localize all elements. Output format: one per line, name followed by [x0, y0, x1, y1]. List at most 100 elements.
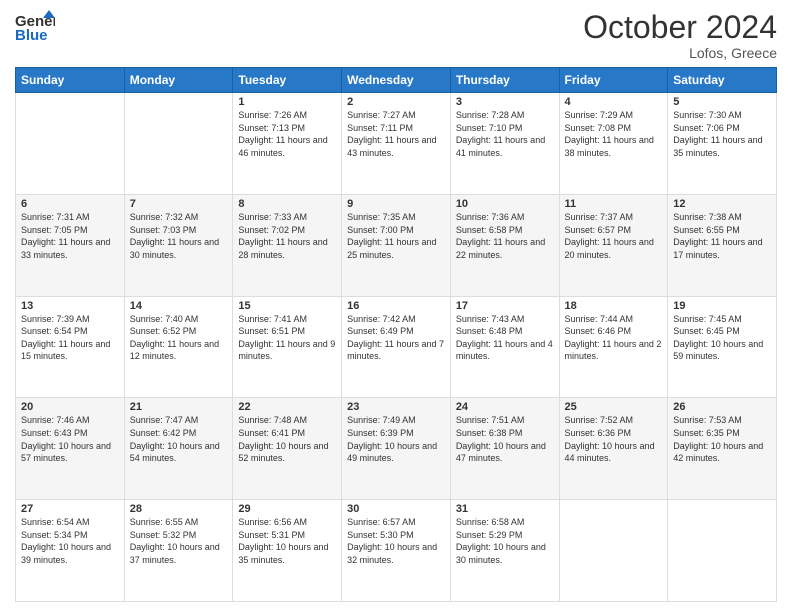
table-row: 28Sunrise: 6:55 AMSunset: 5:32 PMDayligh…: [124, 500, 233, 602]
table-row: 26Sunrise: 7:53 AMSunset: 6:35 PMDayligh…: [668, 398, 777, 500]
col-friday: Friday: [559, 68, 668, 93]
table-row: 30Sunrise: 6:57 AMSunset: 5:30 PMDayligh…: [342, 500, 451, 602]
cell-info: Sunrise: 7:49 AMSunset: 6:39 PMDaylight:…: [347, 414, 445, 464]
table-row: 21Sunrise: 7:47 AMSunset: 6:42 PMDayligh…: [124, 398, 233, 500]
table-row: 24Sunrise: 7:51 AMSunset: 6:38 PMDayligh…: [450, 398, 559, 500]
cell-info: Sunrise: 7:51 AMSunset: 6:38 PMDaylight:…: [456, 414, 554, 464]
cell-info: Sunrise: 7:36 AMSunset: 6:58 PMDaylight:…: [456, 211, 554, 261]
table-row: [16, 93, 125, 195]
table-row: 13Sunrise: 7:39 AMSunset: 6:54 PMDayligh…: [16, 296, 125, 398]
day-number: 10: [456, 198, 554, 210]
cell-info: Sunrise: 7:26 AMSunset: 7:13 PMDaylight:…: [238, 109, 336, 159]
cell-info: Sunrise: 7:31 AMSunset: 7:05 PMDaylight:…: [21, 211, 119, 261]
table-row: 17Sunrise: 7:43 AMSunset: 6:48 PMDayligh…: [450, 296, 559, 398]
table-row: [124, 93, 233, 195]
table-row: 25Sunrise: 7:52 AMSunset: 6:36 PMDayligh…: [559, 398, 668, 500]
day-number: 17: [456, 300, 554, 312]
header-row: Sunday Monday Tuesday Wednesday Thursday…: [16, 68, 777, 93]
table-row: 19Sunrise: 7:45 AMSunset: 6:45 PMDayligh…: [668, 296, 777, 398]
col-thursday: Thursday: [450, 68, 559, 93]
day-number: 3: [456, 96, 554, 108]
cell-info: Sunrise: 7:37 AMSunset: 6:57 PMDaylight:…: [565, 211, 663, 261]
cell-info: Sunrise: 7:53 AMSunset: 6:35 PMDaylight:…: [673, 414, 771, 464]
table-row: 18Sunrise: 7:44 AMSunset: 6:46 PMDayligh…: [559, 296, 668, 398]
calendar-table: Sunday Monday Tuesday Wednesday Thursday…: [15, 67, 777, 602]
logo: General Blue: [15, 10, 55, 50]
day-number: 13: [21, 300, 119, 312]
location: Lofos, Greece: [583, 45, 777, 61]
col-monday: Monday: [124, 68, 233, 93]
table-row: 23Sunrise: 7:49 AMSunset: 6:39 PMDayligh…: [342, 398, 451, 500]
cell-info: Sunrise: 7:46 AMSunset: 6:43 PMDaylight:…: [21, 414, 119, 464]
day-number: 4: [565, 96, 663, 108]
table-row: 10Sunrise: 7:36 AMSunset: 6:58 PMDayligh…: [450, 194, 559, 296]
day-number: 22: [238, 401, 336, 413]
cell-info: Sunrise: 7:39 AMSunset: 6:54 PMDaylight:…: [21, 313, 119, 363]
cell-info: Sunrise: 7:47 AMSunset: 6:42 PMDaylight:…: [130, 414, 228, 464]
day-number: 26: [673, 401, 771, 413]
cell-info: Sunrise: 7:48 AMSunset: 6:41 PMDaylight:…: [238, 414, 336, 464]
month-title: October 2024: [583, 10, 777, 45]
table-row: 4Sunrise: 7:29 AMSunset: 7:08 PMDaylight…: [559, 93, 668, 195]
day-number: 11: [565, 198, 663, 210]
cell-info: Sunrise: 6:58 AMSunset: 5:29 PMDaylight:…: [456, 516, 554, 566]
day-number: 8: [238, 198, 336, 210]
day-number: 27: [21, 503, 119, 515]
table-row: 12Sunrise: 7:38 AMSunset: 6:55 PMDayligh…: [668, 194, 777, 296]
cell-info: Sunrise: 7:30 AMSunset: 7:06 PMDaylight:…: [673, 109, 771, 159]
calendar-week-row: 6Sunrise: 7:31 AMSunset: 7:05 PMDaylight…: [16, 194, 777, 296]
cell-info: Sunrise: 7:29 AMSunset: 7:08 PMDaylight:…: [565, 109, 663, 159]
table-row: [559, 500, 668, 602]
cell-info: Sunrise: 7:44 AMSunset: 6:46 PMDaylight:…: [565, 313, 663, 363]
day-number: 16: [347, 300, 445, 312]
table-row: 8Sunrise: 7:33 AMSunset: 7:02 PMDaylight…: [233, 194, 342, 296]
cell-info: Sunrise: 7:52 AMSunset: 6:36 PMDaylight:…: [565, 414, 663, 464]
table-row: 22Sunrise: 7:48 AMSunset: 6:41 PMDayligh…: [233, 398, 342, 500]
table-row: 7Sunrise: 7:32 AMSunset: 7:03 PMDaylight…: [124, 194, 233, 296]
day-number: 5: [673, 96, 771, 108]
svg-text:Blue: Blue: [15, 27, 48, 44]
day-number: 28: [130, 503, 228, 515]
calendar-week-row: 1Sunrise: 7:26 AMSunset: 7:13 PMDaylight…: [16, 93, 777, 195]
table-row: [668, 500, 777, 602]
table-row: 20Sunrise: 7:46 AMSunset: 6:43 PMDayligh…: [16, 398, 125, 500]
table-row: 16Sunrise: 7:42 AMSunset: 6:49 PMDayligh…: [342, 296, 451, 398]
cell-info: Sunrise: 7:42 AMSunset: 6:49 PMDaylight:…: [347, 313, 445, 363]
table-row: 14Sunrise: 7:40 AMSunset: 6:52 PMDayligh…: [124, 296, 233, 398]
cell-info: Sunrise: 7:43 AMSunset: 6:48 PMDaylight:…: [456, 313, 554, 363]
cell-info: Sunrise: 7:33 AMSunset: 7:02 PMDaylight:…: [238, 211, 336, 261]
cell-info: Sunrise: 7:38 AMSunset: 6:55 PMDaylight:…: [673, 211, 771, 261]
day-number: 12: [673, 198, 771, 210]
calendar-week-row: 27Sunrise: 6:54 AMSunset: 5:34 PMDayligh…: [16, 500, 777, 602]
day-number: 6: [21, 198, 119, 210]
day-number: 14: [130, 300, 228, 312]
table-row: 5Sunrise: 7:30 AMSunset: 7:06 PMDaylight…: [668, 93, 777, 195]
cell-info: Sunrise: 7:41 AMSunset: 6:51 PMDaylight:…: [238, 313, 336, 363]
day-number: 19: [673, 300, 771, 312]
cell-info: Sunrise: 6:54 AMSunset: 5:34 PMDaylight:…: [21, 516, 119, 566]
day-number: 18: [565, 300, 663, 312]
table-row: 6Sunrise: 7:31 AMSunset: 7:05 PMDaylight…: [16, 194, 125, 296]
day-number: 24: [456, 401, 554, 413]
cell-info: Sunrise: 7:40 AMSunset: 6:52 PMDaylight:…: [130, 313, 228, 363]
table-row: 3Sunrise: 7:28 AMSunset: 7:10 PMDaylight…: [450, 93, 559, 195]
table-row: 11Sunrise: 7:37 AMSunset: 6:57 PMDayligh…: [559, 194, 668, 296]
day-number: 25: [565, 401, 663, 413]
cell-info: Sunrise: 6:57 AMSunset: 5:30 PMDaylight:…: [347, 516, 445, 566]
table-row: 31Sunrise: 6:58 AMSunset: 5:29 PMDayligh…: [450, 500, 559, 602]
table-row: 29Sunrise: 6:56 AMSunset: 5:31 PMDayligh…: [233, 500, 342, 602]
page: General Blue October 2024 Lofos, Greece …: [0, 0, 792, 612]
day-number: 2: [347, 96, 445, 108]
day-number: 30: [347, 503, 445, 515]
day-number: 20: [21, 401, 119, 413]
header: General Blue October 2024 Lofos, Greece: [15, 10, 777, 61]
day-number: 21: [130, 401, 228, 413]
table-row: 1Sunrise: 7:26 AMSunset: 7:13 PMDaylight…: [233, 93, 342, 195]
cell-info: Sunrise: 7:45 AMSunset: 6:45 PMDaylight:…: [673, 313, 771, 363]
title-section: October 2024 Lofos, Greece: [583, 10, 777, 61]
calendar-week-row: 13Sunrise: 7:39 AMSunset: 6:54 PMDayligh…: [16, 296, 777, 398]
logo-icon: General Blue: [15, 10, 55, 50]
day-number: 7: [130, 198, 228, 210]
table-row: 9Sunrise: 7:35 AMSunset: 7:00 PMDaylight…: [342, 194, 451, 296]
table-row: 15Sunrise: 7:41 AMSunset: 6:51 PMDayligh…: [233, 296, 342, 398]
